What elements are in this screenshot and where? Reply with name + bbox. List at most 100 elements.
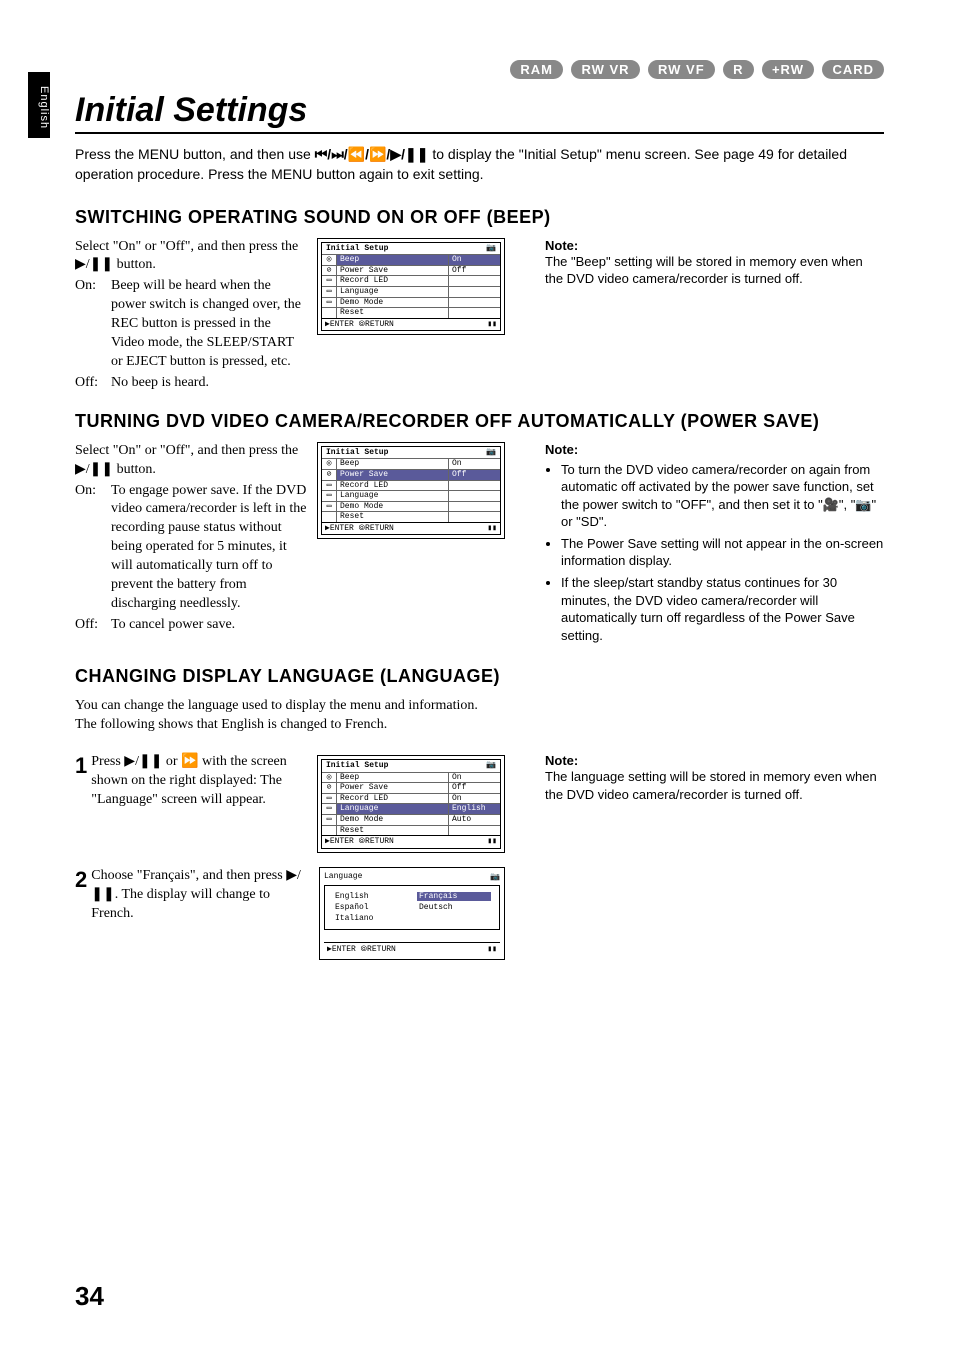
section-heading-language: CHANGING DISPLAY LANGUAGE (LANGUAGE) [75,666,884,687]
page-number: 34 [75,1281,104,1312]
language-tab: English [28,72,50,138]
step-1-text: Press ▶/❚❚ or ⏩ with the screen shown on… [91,753,307,810]
step-1-number: 1 [75,753,87,810]
badge-r: R [723,60,753,79]
camera-icon: 📷 [490,872,500,882]
badge-rwvr: RW VR [571,60,639,79]
osd-lang-select-title: Language [324,872,362,881]
lang-opt-espanol: Español [333,903,407,912]
osd-row-label: Language [337,287,448,297]
beep-on-label: On: [75,277,111,371]
beep-left: Initial Setup 📷 ◎BeepOn ⊘Power SaveOff ▭… [75,238,505,393]
beep-note-head: Note: [545,238,884,253]
osd-foot-enter: ENTER [330,524,354,533]
osd-row-label: Record LED [337,794,448,804]
osd-foot-enter: ENTER [330,320,354,329]
osd-row-val [448,826,500,836]
osd-row-val [448,481,500,491]
osd-row-val: English [448,804,500,814]
osd-row-label: Beep [337,773,448,783]
page: English RAM RW VR RW VF R +RW CARD Initi… [0,0,954,1352]
battery-icon: ▮▮ [487,944,497,954]
camera-icon: 📷 [486,761,496,771]
osd-row-label: Demo Mode [337,298,448,308]
osd-row-val: Off [448,783,500,793]
osd-row-label: Power Save [337,783,448,793]
osd-row-val [448,287,500,297]
beep-note-text: The "Beep" setting will be stored in mem… [545,253,884,288]
intro-text-a: Press the MENU button, and then use [75,146,315,162]
osd-row-val: On [448,459,500,469]
osd-row-label: Record LED [337,276,448,286]
battery-icon: ▮▮ [487,837,497,847]
badge-card: CARD [822,60,884,79]
osd-beep-title: Initial Setup [326,244,388,253]
transport-glyphs-icon: ⏮/⏭/⏪/⏩/▶/❚❚ [315,146,429,162]
psave-on-label: On: [75,482,111,614]
psave-note-list: To turn the DVD video camera/recorder on… [545,461,884,644]
step-2-number: 2 [75,867,87,924]
osd-row-label: Language [337,491,448,501]
lang-opt-italiano: Italiano [333,914,407,923]
osd-row-val [448,298,500,308]
step-1: 1 Press ▶/❚❚ or ⏩ with the screen shown … [75,753,505,853]
page-title: Initial Settings [75,91,884,134]
osd-row-val: Auto [448,815,500,825]
camera-icon: 📷 [486,244,496,254]
beep-columns: Initial Setup 📷 ◎BeepOn ⊘Power SaveOff ▭… [75,238,884,393]
lang-opt-francais: Français [417,892,491,901]
osd-row-val: On [448,794,500,804]
badge-plusrw: +RW [762,60,814,79]
psave-note-3: If the sleep/start standby status contin… [561,574,884,644]
battery-icon: ▮▮ [487,320,497,330]
osd-beep: Initial Setup 📷 ◎BeepOn ⊘Power SaveOff ▭… [317,238,505,336]
osd-lang-menu: Initial Setup 📷 ◎BeepOn ⊘Power SaveOff ▭… [317,755,505,853]
lang-columns: 1 Press ▶/❚❚ or ⏩ with the screen shown … [75,753,884,974]
osd-row-val: Off [448,470,500,480]
lang-right: Note: The language setting will be store… [545,753,884,974]
osd-row-label: Power Save [337,266,448,276]
osd-psave: Initial Setup 📷 ◎BeepOn ⊘Power SaveOff ▭… [317,442,505,540]
step-2: 2 Choose "Français", and then press ▶/❚❚… [75,867,505,960]
osd-foot-enter: ENTER [330,837,354,846]
osd-lang-select: Language 📷 English Français Español Deut… [319,867,505,960]
media-badges-row: RAM RW VR RW VF R +RW CARD [75,60,884,79]
intro-paragraph: Press the MENU button, and then use ⏮/⏭/… [75,144,884,185]
psave-right: Note: To turn the DVD video camera/recor… [545,442,884,648]
osd-row-label: Beep [337,459,448,469]
lang-opt-english: English [333,892,407,901]
psave-off-text: To cancel power save. [111,616,505,635]
osd-row-label: Language [337,804,448,814]
beep-right: Note: The "Beep" setting will be stored … [545,238,884,393]
beep-off-label: Off: [75,374,111,393]
osd-row-label: Power Save [337,470,448,480]
camera-icon: 📷 [486,448,496,458]
osd-row-val: On [448,255,500,265]
badge-ram: RAM [510,60,563,79]
osd-row-val [448,512,500,522]
osd-row-val [448,491,500,501]
psave-off-label: Off: [75,616,111,635]
lang-note-text: The language setting will be stored in m… [545,768,884,803]
osd-row-val [448,502,500,512]
osd-row-val [448,308,500,318]
psave-left: Initial Setup 📷 ◎BeepOn ⊘Power SaveOff ▭… [75,442,505,648]
osd-row-val: On [448,773,500,783]
osd-psave-title: Initial Setup [326,448,388,457]
osd-foot-return: RETURN [365,837,394,846]
lang-note-head: Note: [545,753,884,768]
osd-row-label: Record LED [337,481,448,491]
beep-off-text: No beep is heard. [111,374,505,393]
language-intro: You can change the language used to disp… [75,697,884,735]
osd-row-label: Demo Mode [337,815,448,825]
battery-icon: ▮▮ [487,524,497,534]
step-2-text: Choose "Français", and then press ▶/❚❚. … [91,867,309,924]
osd-row-label: Reset [337,512,448,522]
psave-columns: Initial Setup 📷 ◎BeepOn ⊘Power SaveOff ▭… [75,442,884,648]
osd-row-label: Beep [337,255,448,265]
psave-note-2: The Power Save setting will not appear i… [561,535,884,570]
osd-lang-title: Initial Setup [326,761,388,770]
section-heading-powersave: TURNING DVD VIDEO CAMERA/RECORDER OFF AU… [75,411,884,432]
osd-row-label: Demo Mode [337,502,448,512]
osd-row-val: Off [448,266,500,276]
